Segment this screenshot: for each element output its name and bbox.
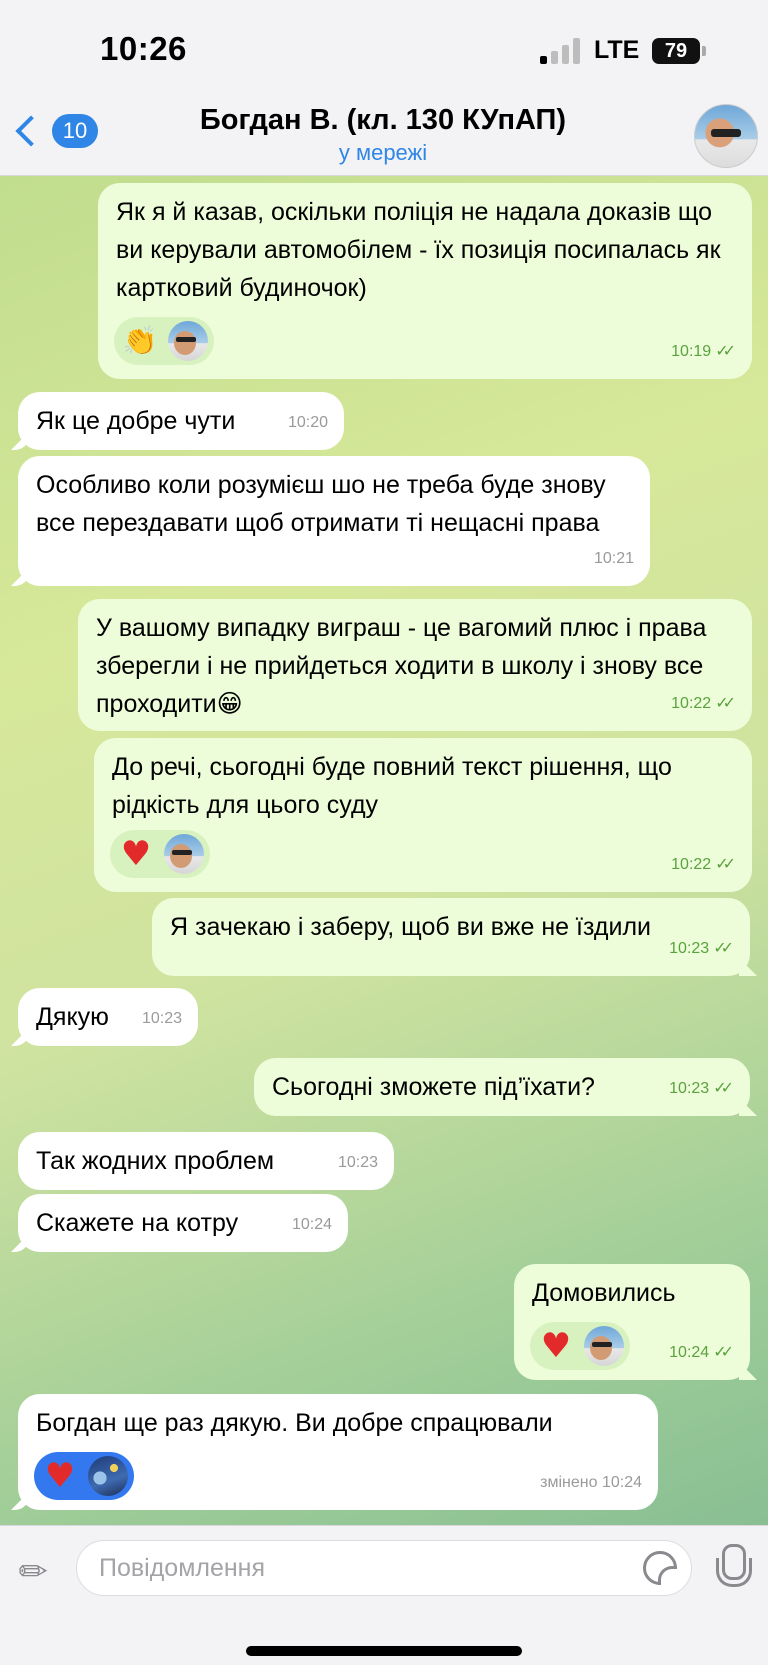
back-chevron-icon	[15, 115, 47, 147]
online-status: у мережі	[338, 140, 428, 165]
message-bubble-incoming[interactable]: Дякую 10:23	[11, 988, 198, 1046]
reactions-bar[interactable]: ♥	[34, 1452, 134, 1500]
message-text: Як це добре чути	[36, 407, 236, 435]
network-type: LTE	[594, 36, 640, 64]
message-text: Так жодних проблем	[36, 1147, 275, 1175]
contact-avatar	[584, 1326, 624, 1366]
heart-icon[interactable]: ♥	[536, 1326, 576, 1366]
message-time: змінено 10:24	[540, 1474, 642, 1491]
message-meta: 10:19 ✓✓	[671, 333, 736, 371]
read-ticks-icon: ✓✓	[713, 940, 734, 957]
my-avatar	[88, 1456, 128, 1496]
message-time: 10:19	[671, 343, 712, 360]
message-bubble-outgoing[interactable]: У вашому випадку виграш - це вагомий плю…	[78, 599, 752, 731]
message-text: Скажете на котру	[36, 1209, 239, 1237]
bubble-tail	[11, 432, 29, 450]
message-input[interactable]	[99, 1541, 619, 1595]
read-ticks-icon: ✓✓	[715, 695, 736, 712]
message-time: 10:24	[291, 1216, 332, 1233]
message-bubble-outgoing[interactable]: Я зачекаю і заберу, щоб ви вже не їздили…	[152, 898, 757, 976]
message-time: 10:20	[287, 414, 328, 431]
reactions-bar[interactable]: 👏	[114, 317, 214, 365]
heart-icon[interactable]: ♥	[116, 834, 156, 874]
message-time: 10:24	[669, 1344, 710, 1361]
chat-title[interactable]: Богдан В. (кл. 130 КУпАП)	[150, 104, 616, 137]
message-text: Богдан ще раз дякую. Ви добре спрацювали	[36, 1409, 553, 1437]
message-field[interactable]	[76, 1540, 692, 1596]
message-meta: 10:23 ✓✓	[669, 930, 734, 968]
message-text: Як я й казав, оскільки поліція не надала…	[116, 198, 721, 302]
bubble-tail	[11, 1234, 29, 1252]
message-time: 10:22	[671, 695, 712, 712]
battery-icon: 79	[652, 38, 706, 64]
message-text: Домовились	[532, 1279, 676, 1307]
cellular-signal-icon	[540, 38, 580, 64]
bubble-tail	[739, 1362, 757, 1380]
message-text: Особливо коли розумієш шо не треба буде …	[36, 471, 606, 537]
clapping-hands-icon[interactable]: 👏	[120, 321, 160, 361]
message-text: До речі, сьогодні буде повний текст ріше…	[112, 753, 672, 819]
chat-header: 10 Богдан В. (кл. 130 КУпАП) у мережі	[0, 100, 768, 176]
message-time: 10:23	[141, 1010, 182, 1027]
unread-count-badge: 10	[52, 114, 98, 148]
reactions-bar[interactable]: ♥	[110, 830, 210, 878]
message-meta: 10:20	[288, 404, 328, 442]
message-bubble-outgoing[interactable]: Домовились ♥ 10:24 ✓✓	[514, 1264, 757, 1380]
read-ticks-icon: ✓✓	[715, 856, 736, 873]
message-text: У вашому випадку виграш - це вагомий плю…	[96, 614, 707, 718]
message-meta: 10:21	[594, 540, 634, 578]
message-time: 10:23	[669, 940, 710, 957]
message-meta: 10:23	[142, 1000, 182, 1038]
message-time: 10:23	[337, 1154, 378, 1171]
message-bubble-outgoing[interactable]: Як я й казав, оскільки поліція не надала…	[98, 183, 752, 379]
read-ticks-icon: ✓✓	[715, 343, 736, 360]
bubble-tail	[11, 1028, 29, 1046]
message-meta: змінено 10:24	[540, 1464, 642, 1502]
bubble-tail	[11, 1492, 29, 1510]
bubble-tail	[11, 568, 29, 586]
message-bubble-outgoing[interactable]: Сьогодні зможете під’їхати? 10:23 ✓✓	[254, 1058, 757, 1116]
message-time: 10:21	[593, 550, 634, 567]
message-bubble-incoming[interactable]: Скажете на котру 10:24	[11, 1194, 348, 1252]
back-button[interactable]: 10	[10, 114, 98, 148]
contact-avatar	[168, 321, 208, 361]
reactions-bar[interactable]: ♥	[530, 1322, 630, 1370]
message-meta: 10:23 ✓✓	[669, 1070, 734, 1108]
read-ticks-icon: ✓✓	[713, 1080, 734, 1097]
bubble-tail	[739, 958, 757, 976]
message-text: Сьогодні зможете під’їхати?	[272, 1073, 595, 1101]
composer-bar: ✎	[0, 1525, 768, 1665]
mic-icon[interactable]	[712, 1544, 752, 1594]
heart-icon[interactable]: ♥	[40, 1456, 80, 1496]
home-indicator	[246, 1646, 522, 1656]
message-bubble-incoming[interactable]: Особливо коли розумієш шо не треба буде …	[11, 456, 650, 586]
contact-avatar	[164, 834, 204, 874]
status-bar: 10:26 LTE 79	[0, 0, 768, 100]
bubble-tail	[739, 1098, 757, 1116]
attach-icon[interactable]: ✎	[10, 1540, 67, 1597]
contact-avatar[interactable]	[694, 104, 758, 168]
message-text: Я зачекаю і заберу, щоб ви вже не їздили	[170, 913, 651, 941]
message-bubble-incoming[interactable]: Як це добре чути 10:20	[11, 392, 344, 450]
message-meta: 10:23	[338, 1144, 378, 1182]
message-bubble-outgoing[interactable]: До речі, сьогодні буде повний текст ріше…	[94, 738, 752, 892]
message-meta: 10:24	[292, 1206, 332, 1244]
message-meta: 10:24 ✓✓	[669, 1334, 734, 1372]
message-time: 10:22	[671, 856, 712, 873]
message-bubble-incoming[interactable]: Богдан ще раз дякую. Ви добре спрацювали…	[11, 1394, 658, 1510]
message-time: 10:23	[669, 1080, 710, 1097]
read-ticks-icon: ✓✓	[713, 1344, 734, 1361]
message-meta: 10:22 ✓✓	[671, 846, 736, 884]
sticker-icon[interactable]	[643, 1551, 677, 1585]
message-bubble-incoming[interactable]: Так жодних проблем 10:23	[18, 1132, 394, 1190]
clock: 10:26	[100, 30, 187, 67]
message-meta: 10:22 ✓✓	[671, 685, 736, 723]
